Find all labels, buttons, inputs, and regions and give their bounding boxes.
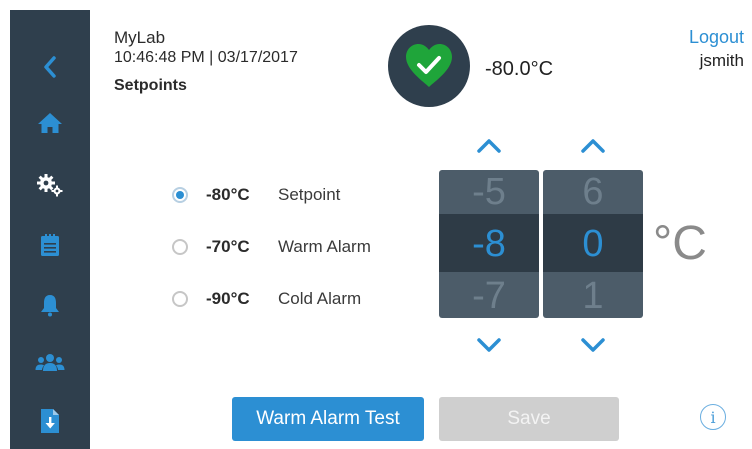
ones-next-digit: 1 xyxy=(582,275,604,317)
setpoint-radio[interactable] xyxy=(172,187,188,203)
sidebar-item-settings[interactable] xyxy=(10,165,90,205)
tens-prev-digit: -5 xyxy=(472,171,506,213)
sidebar-item-alarms[interactable] xyxy=(10,285,90,325)
save-button[interactable]: Save xyxy=(439,397,619,441)
sidebar xyxy=(10,10,100,449)
sidebar-item-log[interactable] xyxy=(10,225,90,265)
setpoint-label: Setpoint xyxy=(278,185,341,204)
warm-alarm-radio[interactable] xyxy=(172,239,188,255)
setpoint-option[interactable]: -80°C Setpoint xyxy=(172,183,340,207)
cold-alarm-label: Cold Alarm xyxy=(278,289,362,308)
ones-prev-digit: 6 xyxy=(582,171,604,213)
warm-alarm-value: -70°C xyxy=(206,237,250,256)
username: jsmith xyxy=(699,51,744,70)
warm-alarm-label: Warm Alarm xyxy=(278,237,371,256)
active-indicator xyxy=(90,175,100,195)
logout-link[interactable]: Logout xyxy=(689,27,744,48)
warm-alarm-test-button[interactable]: Warm Alarm Test xyxy=(232,397,424,441)
cold-alarm-option[interactable]: -90°C Cold Alarm xyxy=(172,287,361,311)
tens-current-digit: -8 xyxy=(472,223,506,265)
chevron-left-icon xyxy=(44,56,56,78)
ones-up-arrow-icon[interactable] xyxy=(578,136,608,156)
sidebar-item-home[interactable] xyxy=(10,103,90,143)
cold-alarm-value: -90°C xyxy=(206,289,250,308)
file-download-icon xyxy=(41,409,59,433)
warm-alarm-option[interactable]: -70°C Warm Alarm xyxy=(172,235,371,259)
home-icon xyxy=(38,113,62,133)
users-icon xyxy=(35,354,65,371)
gears-icon xyxy=(37,174,63,197)
site-name: MyLab xyxy=(114,28,166,47)
tens-down-arrow-icon[interactable] xyxy=(474,335,504,355)
page-title: Setpoints xyxy=(114,77,187,94)
cold-alarm-radio[interactable] xyxy=(172,291,188,307)
temperature-unit: °C xyxy=(653,217,707,270)
info-icon[interactable]: i xyxy=(700,404,726,430)
sidebar-item-export[interactable] xyxy=(10,401,90,441)
heart-check-icon xyxy=(406,44,452,87)
current-temperature: -80.0°C xyxy=(485,58,554,80)
bell-icon xyxy=(41,295,59,317)
ones-current-digit: 0 xyxy=(582,223,604,265)
status-indicator xyxy=(388,25,470,107)
ones-digit-roller[interactable]: 6 0 1 xyxy=(543,170,643,318)
sidebar-item-users[interactable] xyxy=(10,343,90,383)
clipboard-icon xyxy=(41,234,59,256)
ones-down-arrow-icon[interactable] xyxy=(578,335,608,355)
tens-up-arrow-icon[interactable] xyxy=(474,136,504,156)
tens-digit-roller[interactable]: -5 -8 -7 xyxy=(439,170,539,318)
datetime: 10:46:48 PM | 03/17/2017 xyxy=(114,49,298,66)
setpoint-value: -80°C xyxy=(206,185,250,204)
back-button[interactable] xyxy=(10,47,90,87)
tens-next-digit: -7 xyxy=(472,275,506,317)
